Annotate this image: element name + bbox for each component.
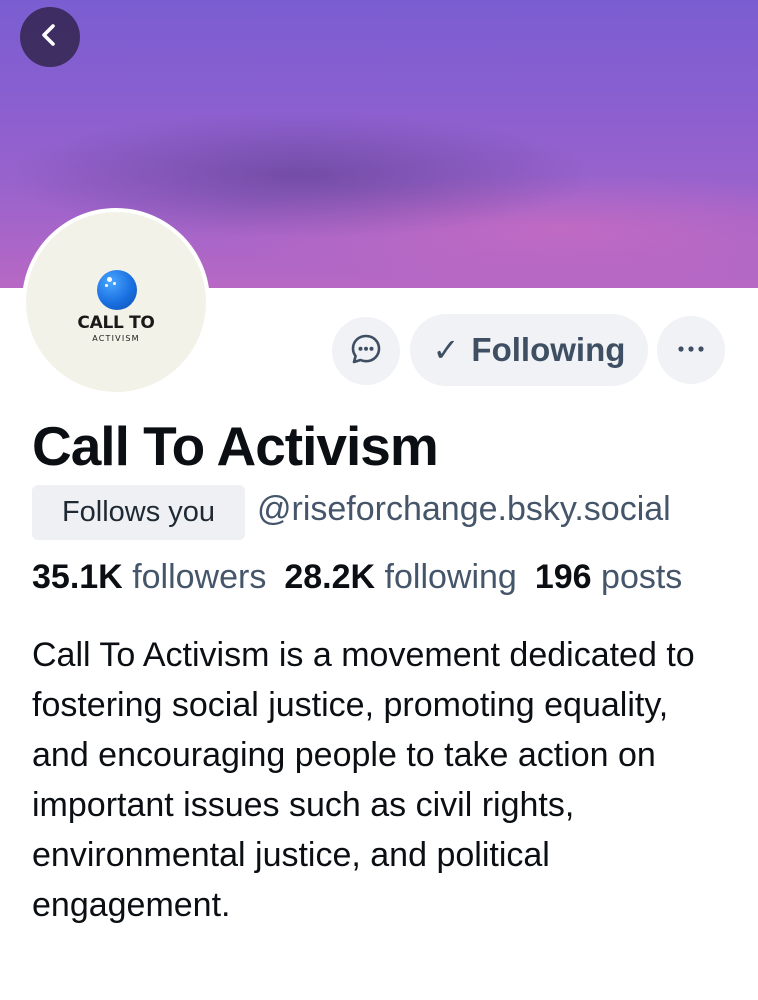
ellipsis-icon [676, 341, 706, 359]
more-options-button[interactable] [657, 316, 725, 384]
message-button[interactable] [332, 317, 400, 385]
posts-count: 196 [534, 558, 592, 596]
chat-bubble-icon [349, 332, 383, 371]
following-label: following [384, 558, 517, 596]
avatar[interactable]: CALL TO ACTIVISM [22, 208, 210, 396]
avatar-logo: CALL TO ACTIVISM [26, 212, 206, 392]
profile-stats: 35.1K followers 28.2K following 196 posts [32, 558, 682, 597]
followers-stat[interactable]: 35.1K followers [32, 558, 266, 596]
following-stat[interactable]: 28.2K following [284, 558, 517, 596]
profile-bio: Call To Activism is a movement dedicated… [32, 636, 695, 924]
posts-stat: 196 posts [535, 558, 682, 596]
following-count: 28.2K [284, 558, 376, 596]
posts-label: posts [601, 558, 683, 596]
check-icon: ✓ [432, 332, 460, 368]
logo-title: CALL TO [77, 313, 155, 333]
followers-label: followers [132, 558, 267, 596]
followers-count: 35.1K [32, 558, 123, 596]
following-button-label: Following [471, 331, 626, 368]
display-name: Call To Activism [32, 415, 439, 477]
follows-you-badge: Follows you [32, 485, 245, 540]
logo-subtitle: ACTIVISM [92, 334, 140, 343]
back-button[interactable] [20, 7, 80, 67]
logo-ball-icon [97, 270, 137, 310]
profile-handle: @riseforchange.bsky.social [257, 490, 671, 528]
profile-page: CALL TO ACTIVISM ✓ Following Call To Act… [0, 0, 758, 1000]
chevron-left-icon [36, 21, 64, 54]
following-button[interactable]: ✓ Following [410, 314, 648, 386]
